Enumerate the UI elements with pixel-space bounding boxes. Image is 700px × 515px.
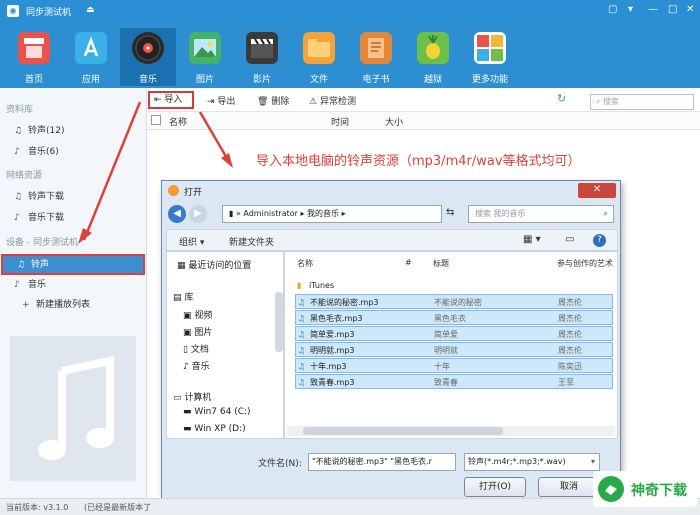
file-row[interactable]: ♫ 黑色毛衣.mp3 黑色毛衣 周杰伦 bbox=[295, 310, 613, 325]
recent-places-icon: ▦ bbox=[177, 261, 186, 271]
music-note-icon: ♪ bbox=[183, 362, 189, 372]
file-row[interactable]: ♫ 明明就.mp3 明明就 周杰伦 bbox=[295, 342, 613, 357]
folder-icon: ▮ bbox=[229, 209, 234, 218]
dialog-app-icon bbox=[168, 185, 179, 196]
view-options-icon[interactable]: ▦ ▾ bbox=[523, 234, 541, 245]
nav-recent[interactable]: ▦ 最近访问的位置 bbox=[177, 258, 251, 271]
audio-file-icon: ♫ bbox=[298, 330, 306, 339]
dialog-footer: 文件名(N): "不能说的秘密.mp3" "黑色毛衣.r 铃声(*.m4r;*.… bbox=[162, 443, 620, 499]
audio-file-icon: ♫ bbox=[298, 346, 306, 355]
watermark-icon bbox=[598, 476, 624, 502]
cancel-button[interactable]: 取消 bbox=[538, 477, 600, 497]
column-title[interactable]: 标题 bbox=[433, 258, 449, 269]
audio-file-icon: ♫ bbox=[298, 362, 306, 371]
navigation-pane: ▦ 最近访问的位置 ▤ 库 ▣ 视频 ▣ 图片 ▯ 文档 ♪ 音乐 ▭ 计算机 … bbox=[166, 251, 284, 439]
nav-music[interactable]: ♪ 音乐 bbox=[183, 359, 210, 372]
nav-drive-c[interactable]: ▬ Win7 64 (C:) bbox=[183, 407, 251, 417]
computer-icon: ▭ bbox=[173, 393, 182, 403]
forward-button[interactable]: ▶ bbox=[189, 205, 207, 223]
version-text: 当前版本: v3.1.0 bbox=[6, 503, 69, 512]
nav-pictures[interactable]: ▣ 图片 bbox=[183, 325, 212, 338]
document-icon: ▯ bbox=[183, 345, 188, 355]
new-folder-button[interactable]: 新建文件夹 bbox=[229, 235, 274, 248]
watermark-text: 神奇下载 bbox=[631, 483, 687, 499]
help-icon[interactable]: ? bbox=[593, 234, 606, 247]
dialog-close-button[interactable]: ✕ bbox=[578, 183, 616, 198]
nav-videos[interactable]: ▣ 视频 bbox=[183, 308, 212, 321]
library-icon: ▤ bbox=[173, 293, 182, 303]
dialog-title: 打开 bbox=[184, 188, 203, 198]
filename-input[interactable]: "不能说的秘密.mp3" "黑色毛衣.r bbox=[308, 453, 456, 471]
audio-file-icon: ♫ bbox=[298, 314, 306, 323]
audio-file-icon: ♫ bbox=[298, 298, 306, 307]
scrollbar-thumb[interactable] bbox=[303, 427, 503, 435]
chevron-down-icon: ▾ bbox=[590, 457, 595, 466]
watermark-logo: 神奇下载 bbox=[593, 471, 697, 507]
file-row[interactable]: ♫ 不能说的秘密.mp3 不能说的秘密 周杰伦 bbox=[295, 294, 613, 309]
drive-icon: ▬ bbox=[183, 424, 192, 434]
picture-icon: ▣ bbox=[183, 328, 192, 338]
nav-scrollbar[interactable] bbox=[275, 292, 283, 352]
address-bar[interactable]: ▮ » Administrator ▸ 我的音乐 ▸ bbox=[222, 205, 442, 223]
nav-documents[interactable]: ▯ 文档 bbox=[183, 342, 209, 355]
nav-computer[interactable]: ▭ 计算机 bbox=[173, 390, 211, 403]
column-artist[interactable]: 参与创作的艺术 bbox=[557, 258, 613, 269]
filename-label: 文件名(N): bbox=[258, 459, 302, 469]
nav-library[interactable]: ▤ 库 bbox=[173, 290, 193, 303]
search-icon: ⌕ bbox=[603, 209, 608, 218]
file-row[interactable]: ♫ 十年.mp3 十年 陈奕迅 bbox=[295, 358, 613, 373]
drive-icon: ▬ bbox=[183, 407, 192, 417]
dialog-titlebar: 打开 ✕ bbox=[162, 181, 620, 201]
folder-icon: ▮ bbox=[297, 281, 302, 290]
open-file-dialog: 打开 ✕ ◀ ▶ ▮ » Administrator ▸ 我的音乐 ▸ ⇆ 搜索… bbox=[161, 180, 621, 500]
folder-row[interactable]: ▮ iTunes bbox=[295, 278, 613, 293]
nav-drive-d[interactable]: ▬ Win XP (D:) bbox=[183, 424, 246, 434]
dialog-search-input[interactable]: 搜索 我的音乐 ⌕ bbox=[468, 205, 614, 223]
file-list-pane: 名称 # 标题 参与创作的艺术 ▮ iTunes ♫ 不能说的秘密.mp3 不能说的秘… bbox=[284, 251, 618, 439]
audio-file-icon: ♫ bbox=[298, 378, 306, 387]
file-row[interactable]: ♫ 简单爱.mp3 简单爱 周杰伦 bbox=[295, 326, 613, 341]
annotation-text: 导入本地电脑的铃声资源（mp3/m4r/wav等格式均可） bbox=[256, 154, 581, 169]
open-button[interactable]: 打开(O) bbox=[464, 477, 526, 497]
filetype-select[interactable]: 铃声(*.m4r;*.mp3;*.wav) ▾ bbox=[464, 453, 600, 471]
organize-button[interactable]: 组织 ▾ bbox=[179, 235, 204, 248]
video-icon: ▣ bbox=[183, 311, 192, 321]
column-name[interactable]: 名称 bbox=[297, 258, 313, 269]
version-note: (已经是最新版本了 bbox=[84, 503, 152, 512]
preview-pane-icon[interactable]: ▭ bbox=[565, 234, 574, 245]
refresh-icon[interactable]: ⇆ bbox=[446, 207, 454, 218]
horizontal-scrollbar[interactable] bbox=[287, 426, 615, 436]
dialog-command-bar: 组织 ▾ 新建文件夹 ▦ ▾ ▭ ? bbox=[166, 229, 618, 251]
back-button[interactable]: ◀ bbox=[168, 205, 186, 223]
column-number[interactable]: # bbox=[405, 258, 412, 267]
file-row[interactable]: ♫ 致青春.mp3 致青春 王菲 bbox=[295, 374, 613, 389]
